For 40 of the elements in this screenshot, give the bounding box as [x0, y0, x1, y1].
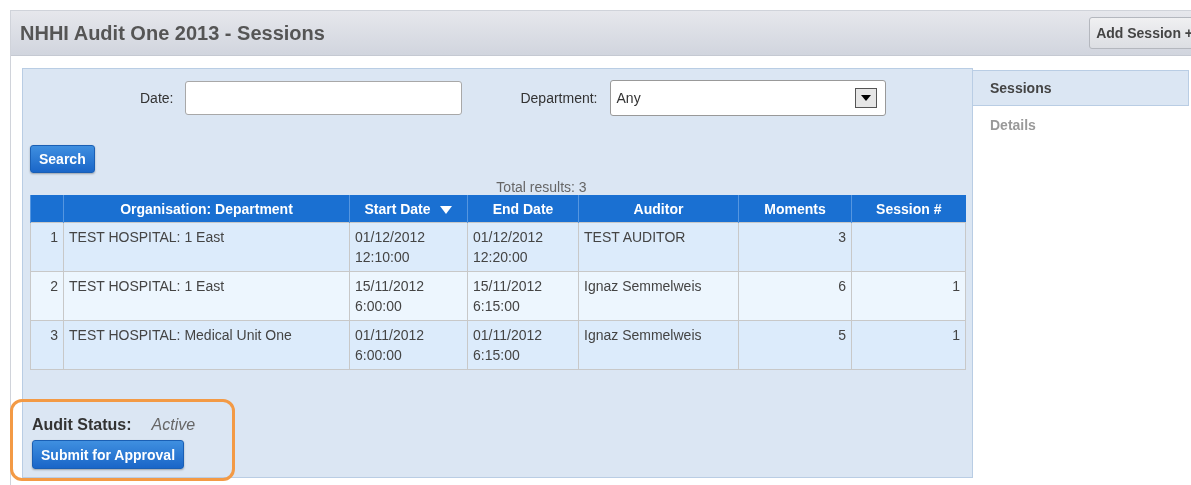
- table-cell: 01/11/2012 6:15:00: [473, 327, 543, 363]
- audit-status-label: Audit Status:: [32, 416, 132, 434]
- table-cell: 1: [50, 229, 58, 245]
- table-cell: 01/11/2012 6:00:00: [355, 327, 425, 363]
- table-cell: 1: [952, 278, 960, 294]
- column-header[interactable]: Session #: [851, 195, 966, 223]
- column-header[interactable]: Start Date: [349, 195, 468, 223]
- table-cell: 2: [50, 278, 58, 294]
- page-title: NHHI Audit One 2013 - Sessions: [20, 21, 325, 45]
- audit-status-value: Active: [151, 416, 196, 434]
- table-cell: TEST AUDITOR: [584, 229, 686, 245]
- department-label: Department:: [520, 90, 598, 106]
- table-cell: Ignaz Semmelweis: [584, 278, 702, 294]
- table-cell: 1: [952, 327, 960, 343]
- side-tab[interactable]: Sessions: [972, 70, 1189, 106]
- date-field[interactable]: [185, 81, 463, 115]
- table-cell: 3: [838, 229, 846, 245]
- column-header[interactable]: End Date: [467, 195, 579, 223]
- table-cell: TEST HOSPITAL: 1 East: [69, 229, 225, 245]
- column-header[interactable]: Auditor: [578, 195, 739, 223]
- side-tab[interactable]: Details: [973, 108, 1189, 142]
- table-cell: 01/12/2012 12:10:00: [355, 229, 426, 265]
- table-cell: TEST HOSPITAL: Medical Unit One: [69, 327, 292, 343]
- table-cell: 15/11/2012 6:15:00: [473, 278, 543, 314]
- table-cell: 5: [838, 327, 846, 343]
- table-cell: TEST HOSPITAL: 1 East: [69, 278, 225, 294]
- column-header[interactable]: [30, 195, 64, 223]
- table-cell: Ignaz Semmelweis: [584, 327, 702, 343]
- column-header[interactable]: Moments: [738, 195, 852, 223]
- search-button[interactable]: Search: [30, 145, 95, 173]
- department-dropdown[interactable]: Any: [609, 80, 886, 116]
- table-cell: 6: [838, 278, 846, 294]
- sort-icon: [438, 204, 453, 215]
- date-label: Date:: [140, 90, 174, 106]
- table-cell: 01/12/2012 12:20:00: [473, 229, 544, 265]
- table-cell: 15/11/2012 6:00:00: [355, 278, 425, 314]
- submit-for-approval-button[interactable]: Submit for Approval: [32, 440, 185, 469]
- table-cell: 3: [50, 327, 58, 343]
- total-results: Total results: 3: [495, 179, 588, 195]
- column-header[interactable]: Organisation: Department: [63, 195, 350, 223]
